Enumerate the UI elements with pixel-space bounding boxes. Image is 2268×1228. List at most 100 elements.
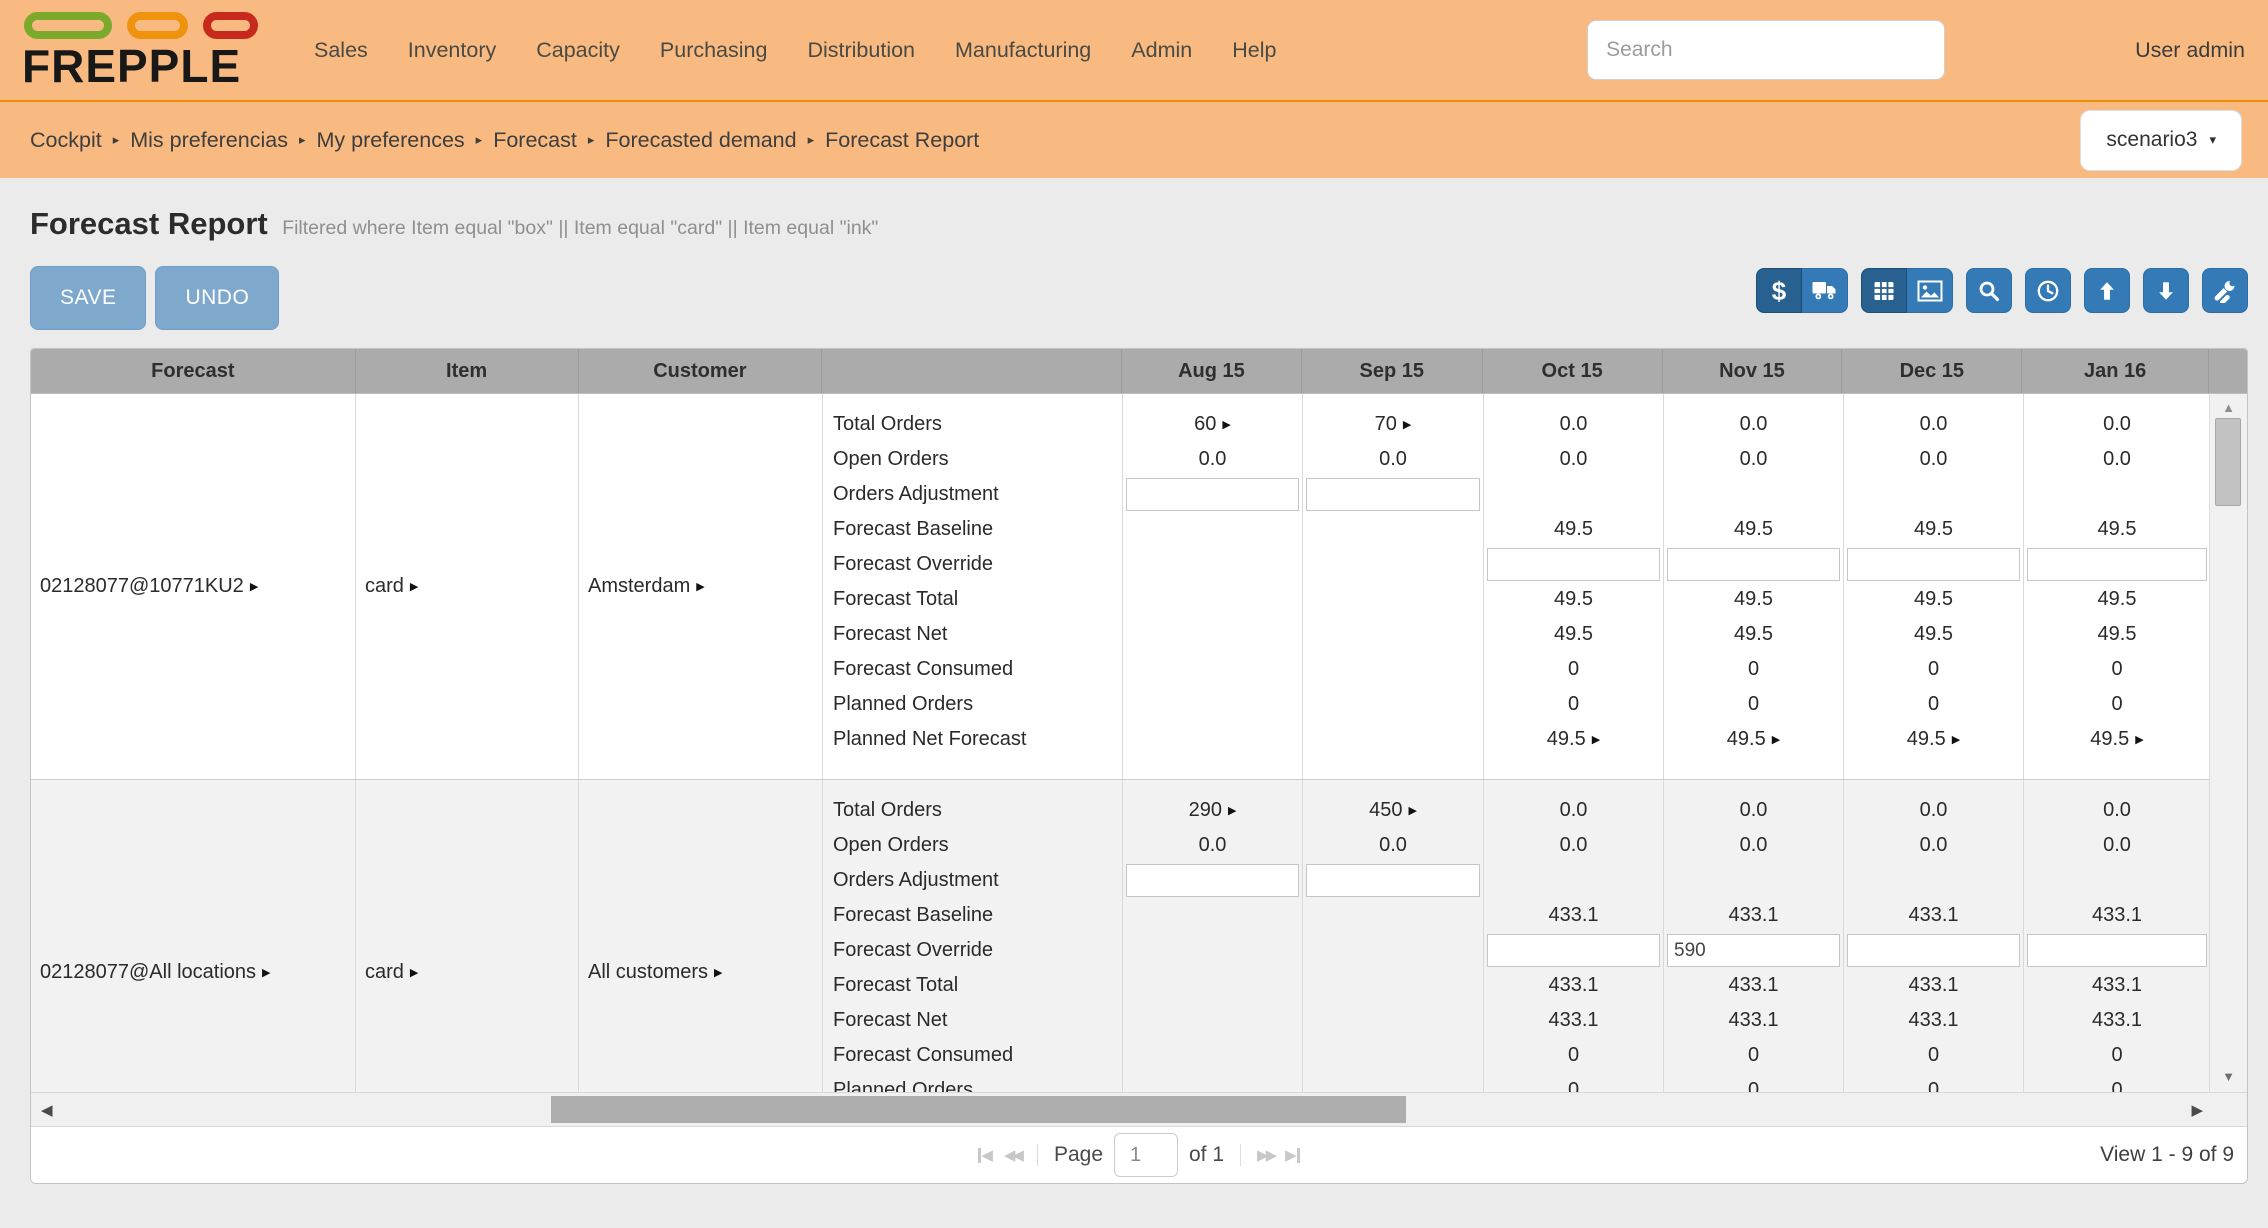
cell-value: 0.0 [1198, 834, 1227, 856]
forecast-override-input[interactable] [1847, 548, 2020, 581]
cell-value: 0.0 [1919, 413, 1948, 435]
item-link[interactable]: card [365, 575, 404, 598]
drilldown-arrow-icon[interactable]: ▶ [250, 580, 258, 593]
cell-value: 433.1 [1548, 1009, 1599, 1031]
scroll-right-icon[interactable]: ▶ [2191, 1101, 2203, 1119]
orders-adjustment-input[interactable] [1306, 478, 1480, 511]
cell-value: 70 [1374, 413, 1397, 435]
wrench-icon [2214, 279, 2236, 303]
drilldown-arrow-icon[interactable]: ▶ [1772, 733, 1780, 746]
grid-body: 02128077@10771KU2 ▶ card ▶ Amsterdam ▶ Total O… [31, 394, 2247, 1092]
drilldown-arrow-icon[interactable]: ▶ [696, 580, 704, 593]
scroll-down-icon[interactable]: ▼ [2210, 1069, 2247, 1084]
drilldown-arrow-icon[interactable]: ▶ [1408, 804, 1416, 817]
forecast-override-input[interactable] [2027, 934, 2207, 967]
bucket-cell-aug-15: 290 ▶ 0.0 [1123, 780, 1303, 1092]
drilldown-arrow-icon[interactable]: ▶ [2135, 733, 2143, 746]
horizontal-scrollbar[interactable]: ◀ ▶ [31, 1092, 2247, 1126]
column-header-jan-16: Jan 16 [2022, 349, 2210, 393]
cell-value: 433.1 [1548, 974, 1599, 996]
column-header-forecast[interactable]: Forecast [31, 349, 356, 393]
menu-item-distribution[interactable]: Distribution [807, 38, 915, 63]
item-link[interactable]: card [365, 961, 404, 984]
last-page-button[interactable]: ▶ [1285, 1146, 1300, 1164]
customer-link[interactable]: Amsterdam [588, 575, 690, 598]
filter-description: Filtered where Item equal "box" || Item … [282, 217, 879, 239]
scroll-up-icon[interactable]: ▲ [2210, 400, 2247, 415]
customer-link[interactable]: All customers [588, 961, 708, 984]
orders-adjustment-input[interactable] [1126, 864, 1299, 897]
vertical-scroll-thumb[interactable] [2215, 418, 2241, 506]
drilldown-arrow-icon[interactable]: ▶ [410, 966, 418, 979]
chevron-down-icon: ▾ [2209, 132, 2216, 147]
save-button[interactable]: SAVE [30, 266, 147, 330]
customize-button[interactable] [2202, 268, 2248, 313]
user-menu[interactable]: User admin [2135, 38, 2245, 63]
menu-item-purchasing[interactable]: Purchasing [660, 38, 768, 63]
search-button[interactable] [1966, 268, 2012, 313]
undo-button[interactable]: UNDO [155, 266, 280, 330]
menu-item-help[interactable]: Help [1232, 38, 1276, 63]
menu-item-capacity[interactable]: Capacity [536, 38, 620, 63]
drilldown-arrow-icon[interactable]: ▶ [410, 580, 418, 593]
drilldown-arrow-icon[interactable]: ▶ [1228, 804, 1236, 817]
vertical-scrollbar[interactable]: ▲ ▼ [2209, 394, 2247, 1092]
table-view-button[interactable] [1861, 268, 1907, 313]
next-page-button[interactable]: ▶▶ [1257, 1146, 1277, 1164]
measure-label: Forecast Total [833, 588, 959, 610]
horizontal-scroll-thumb[interactable] [551, 1096, 1406, 1123]
time-buckets-button[interactable] [2025, 268, 2071, 313]
menu-item-manufacturing[interactable]: Manufacturing [955, 38, 1091, 63]
drilldown-arrow-icon[interactable]: ▶ [1952, 733, 1960, 746]
cell-value: 49.5 [1726, 728, 1766, 750]
orders-adjustment-input[interactable] [1126, 478, 1299, 511]
drilldown-arrow-icon[interactable]: ▶ [262, 966, 270, 979]
column-header-item[interactable]: Item [356, 349, 579, 393]
scroll-left-icon[interactable]: ◀ [41, 1101, 53, 1119]
cell-value: 0.0 [1739, 413, 1768, 435]
scenario-selector[interactable]: scenario3 ▾ [2080, 109, 2242, 171]
drilldown-arrow-icon[interactable]: ▶ [714, 966, 722, 979]
first-page-button[interactable]: ◀ [978, 1146, 993, 1164]
bucket-cell-sep-15: 70 ▶ 0.0 [1303, 394, 1484, 779]
forecast-override-input[interactable] [1847, 934, 2020, 967]
breadcrumb-item-my-preferences[interactable]: My preferences [317, 128, 465, 153]
breadcrumb-item-mis-preferencias[interactable]: Mis preferencias [130, 128, 288, 153]
forecast-override-input[interactable] [1487, 548, 1660, 581]
shipments-button[interactable] [1802, 268, 1848, 313]
orders-adjustment-input[interactable] [1306, 864, 1480, 897]
logo-pill-green-icon [24, 11, 112, 39]
menu-item-sales[interactable]: Sales [314, 38, 368, 63]
cell-value: 49.5 [1546, 728, 1586, 750]
column-header-sep-15: Sep 15 [1302, 349, 1483, 393]
drilldown-arrow-icon[interactable]: ▶ [1592, 733, 1600, 746]
graph-view-button[interactable] [1907, 268, 1953, 313]
currency-button[interactable]: $ [1756, 268, 1802, 313]
column-header-customer[interactable]: Customer [579, 349, 823, 393]
breadcrumb-item-forecasted-demand[interactable]: Forecasted demand [605, 128, 796, 153]
move-down-button[interactable] [2143, 268, 2189, 313]
search-input[interactable] [1587, 20, 1946, 80]
logo-pills [24, 11, 258, 39]
forecast-link[interactable]: 02128077@10771KU2 [40, 575, 244, 598]
breadcrumb-item-forecast-report[interactable]: Forecast Report [825, 128, 979, 153]
frepple-logo[interactable]: FREPPLE [22, 10, 258, 90]
cell-value: 0 [1927, 1044, 1940, 1066]
breadcrumb-item-forecast[interactable]: Forecast [493, 128, 577, 153]
prev-page-button[interactable]: ◀◀ [1004, 1146, 1024, 1164]
menu-item-inventory[interactable]: Inventory [408, 38, 496, 63]
drilldown-arrow-icon[interactable]: ▶ [1403, 418, 1411, 431]
measure-label: Forecast Override [833, 553, 994, 575]
forecast-link[interactable]: 02128077@All locations [40, 961, 256, 984]
page-number-input[interactable] [1114, 1133, 1178, 1177]
breadcrumb-item-cockpit[interactable]: Cockpit [30, 128, 102, 153]
forecast-override-input[interactable] [2027, 548, 2207, 581]
drilldown-arrow-icon[interactable]: ▶ [1222, 418, 1230, 431]
column-header-measures [822, 349, 1123, 393]
forecast-override-input[interactable] [1667, 934, 1840, 967]
cell-value: 0.0 [1198, 448, 1227, 470]
forecast-override-input[interactable] [1667, 548, 1840, 581]
menu-item-admin[interactable]: Admin [1131, 38, 1192, 63]
move-up-button[interactable] [2084, 268, 2130, 313]
forecast-override-input[interactable] [1487, 934, 1660, 967]
